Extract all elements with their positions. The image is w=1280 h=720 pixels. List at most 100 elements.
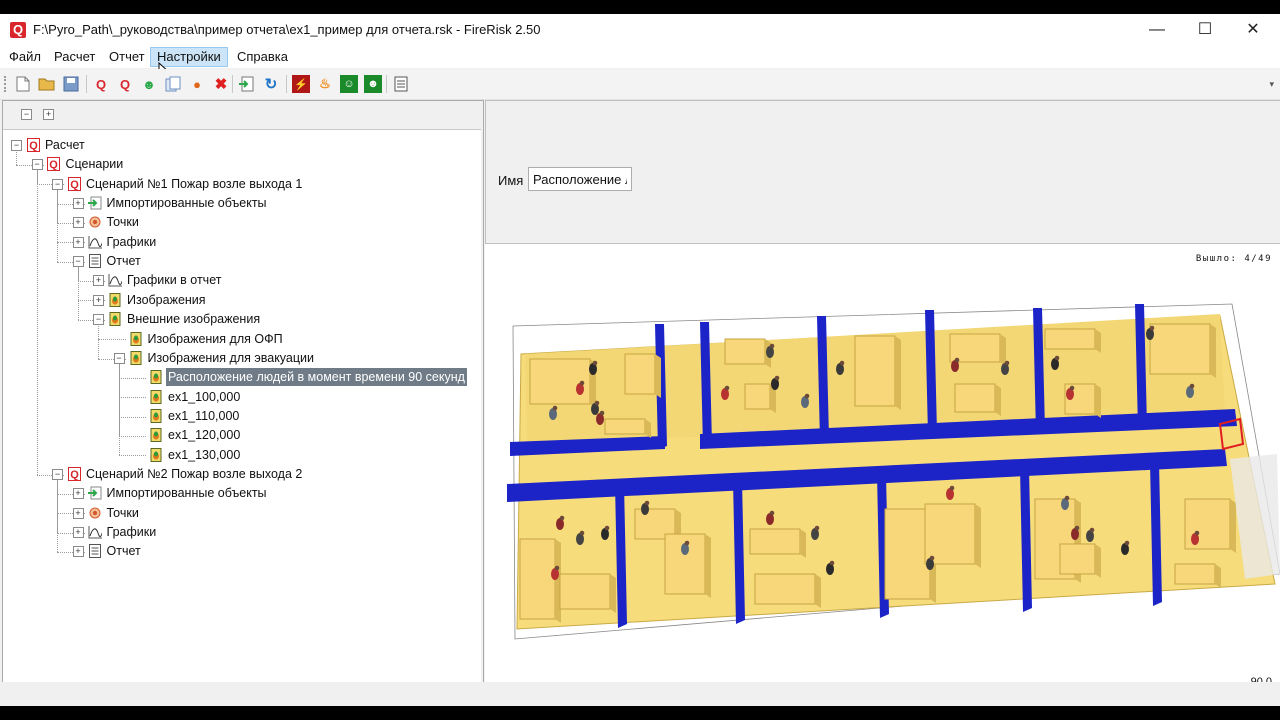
tree-collapse-toggle[interactable]: −	[11, 140, 22, 151]
furniture-block	[854, 335, 896, 407]
toolbar-grip[interactable]	[4, 76, 9, 92]
tree-node[interactable]: − Q Сценарий №1 Пожар возле выхода 1	[3, 175, 481, 193]
refresh-icon[interactable]: ↻	[262, 75, 280, 93]
person-head	[724, 385, 730, 391]
image-icon	[149, 447, 163, 462]
person-head	[929, 555, 935, 561]
furniture-block-side	[1210, 324, 1216, 378]
building-3d-view[interactable]: Вышло: 4/49 90,0	[485, 244, 1280, 696]
menu-bar: Файл Расчет Отчет Настройки Справка	[0, 46, 1280, 81]
menu-calculation[interactable]: Расчет	[48, 48, 101, 66]
person-head	[579, 380, 585, 386]
tree-collapse-toggle[interactable]: −	[31, 159, 43, 171]
tree-node[interactable]: ex1_120,000	[3, 426, 481, 444]
evac-run-icon[interactable]: ☻	[364, 75, 382, 93]
menu-report[interactable]: Отчет	[103, 48, 151, 66]
tree-node[interactable]: ex1_110,000	[3, 407, 481, 425]
toolbar-overflow-icon[interactable]: ▾	[1269, 79, 1274, 90]
tree-expand-toggle[interactable]: +	[93, 275, 104, 287]
tree-node[interactable]: − Q Сценарий №2 Пожар возле выхода 2	[3, 465, 481, 483]
open-folder-icon[interactable]	[38, 75, 56, 93]
maximize-button[interactable]: ☐	[1181, 14, 1229, 46]
furniture-block-side	[1230, 499, 1236, 553]
person-head	[1124, 540, 1130, 546]
tree-panel: − + − Q Расчет − Q Сценарии − Q Сценарий №1 Пожа…	[2, 100, 484, 698]
app-window: Q F:\Pyro_Path\_руководства\пример отчет…	[0, 14, 1280, 706]
tree-node[interactable]: ex1_100,000	[3, 388, 481, 406]
scenario-q-add-icon[interactable]: Q	[116, 75, 134, 93]
run-person-icon[interactable]: ☻	[140, 75, 158, 93]
tree-node[interactable]: − Внешние изображения	[3, 310, 481, 328]
tree-collapse-toggle[interactable]: −	[52, 178, 63, 190]
tree-node-label: Сценарий №2 Пожар возле выхода 2	[86, 466, 303, 481]
person-head	[579, 530, 585, 536]
minimize-button[interactable]: —	[1133, 14, 1181, 46]
tree-node[interactable]: − Отчет	[3, 252, 481, 270]
tree-collapse-toggle[interactable]: −	[93, 314, 104, 326]
tree-expand-toggle[interactable]: +	[72, 527, 84, 538]
flame-icon[interactable]: ♨	[316, 75, 334, 93]
tree-node[interactable]: + Графики	[3, 233, 481, 251]
tree-node[interactable]: − Q Расчет	[3, 136, 481, 154]
tree-node[interactable]: − Изображения для эвакуации	[3, 349, 481, 367]
furniture-block-side	[1095, 544, 1101, 578]
menu-file[interactable]: Файл	[3, 48, 47, 66]
tree-node[interactable]: + Графики	[3, 523, 481, 541]
expand-all-button[interactable]: +	[43, 109, 54, 120]
tree-node[interactable]: ex1_130,000	[3, 446, 481, 464]
document-icon	[88, 544, 102, 559]
tree-collapse-toggle[interactable]: −	[113, 352, 125, 364]
properties-panel: Имя	[485, 100, 1280, 244]
person-head	[1149, 325, 1155, 331]
menu-help[interactable]: Справка	[231, 48, 294, 66]
tree-node[interactable]: + Точки	[3, 213, 481, 231]
person-head	[954, 357, 960, 363]
tree-expand-toggle[interactable]: +	[72, 488, 84, 500]
tree-node[interactable]: + Изображения	[3, 291, 481, 309]
tree-node[interactable]: − Q Сценарии	[3, 155, 481, 173]
tree-collapse-toggle[interactable]: −	[72, 256, 84, 268]
copy-icon[interactable]	[164, 75, 182, 93]
person-head	[774, 375, 780, 381]
report-icon[interactable]	[392, 75, 410, 93]
tree-node-label: ex1_110,000	[168, 408, 240, 423]
fire-point-icon[interactable]: ●	[188, 75, 206, 93]
tree-expand-toggle[interactable]: +	[72, 198, 84, 210]
name-field[interactable]	[528, 167, 632, 191]
furniture-block	[604, 418, 646, 435]
tree-node[interactable]: + Графики в отчет	[3, 271, 481, 289]
point-icon	[88, 215, 102, 229]
tree-expand-toggle[interactable]: +	[72, 217, 84, 229]
tree-expand-toggle[interactable]: +	[72, 507, 84, 519]
tree-node[interactable]: + Точки	[3, 504, 481, 522]
tree-node[interactable]: + Импортированные объекты	[3, 194, 481, 212]
evac-calc-icon[interactable]: ☺	[340, 75, 358, 93]
tree-collapse-toggle[interactable]: −	[52, 468, 63, 480]
person-head	[829, 560, 835, 566]
new-file-icon[interactable]	[14, 75, 32, 93]
tree-node[interactable]: + Импортированные объекты	[3, 484, 481, 502]
scenario-q-icon[interactable]: Q	[92, 75, 110, 93]
tree-expand-toggle[interactable]: +	[72, 236, 84, 248]
tree-expand-toggle[interactable]: +	[93, 294, 104, 306]
q-icon: Q	[67, 176, 81, 191]
tree-node[interactable]: + Отчет	[3, 542, 481, 560]
tree-expand-toggle[interactable]: +	[72, 546, 84, 558]
save-icon[interactable]	[62, 75, 80, 93]
graph-icon	[108, 273, 122, 287]
furniture-block	[724, 338, 766, 365]
tree-node[interactable]: Расположение людей в момент времени 90 с…	[3, 368, 481, 387]
close-button[interactable]: ✕	[1229, 14, 1277, 46]
graph-icon	[88, 235, 102, 249]
fire-calc-icon[interactable]: ⚡	[292, 75, 310, 93]
tree-node-label: Внешние изображения	[127, 312, 261, 327]
delete-icon[interactable]: ✖	[212, 75, 230, 93]
collapse-all-button[interactable]: −	[21, 109, 32, 120]
import-icon[interactable]	[238, 75, 256, 93]
tree-node[interactable]: Изображения для ОФП	[3, 330, 481, 348]
tree-view[interactable]: − Q Расчет − Q Сценарии − Q Сценарий №1 Пожар во…	[3, 129, 481, 696]
furniture-block-side	[705, 534, 711, 598]
furniture-block	[1174, 563, 1216, 585]
person-head	[554, 565, 560, 571]
person-head	[592, 360, 598, 366]
